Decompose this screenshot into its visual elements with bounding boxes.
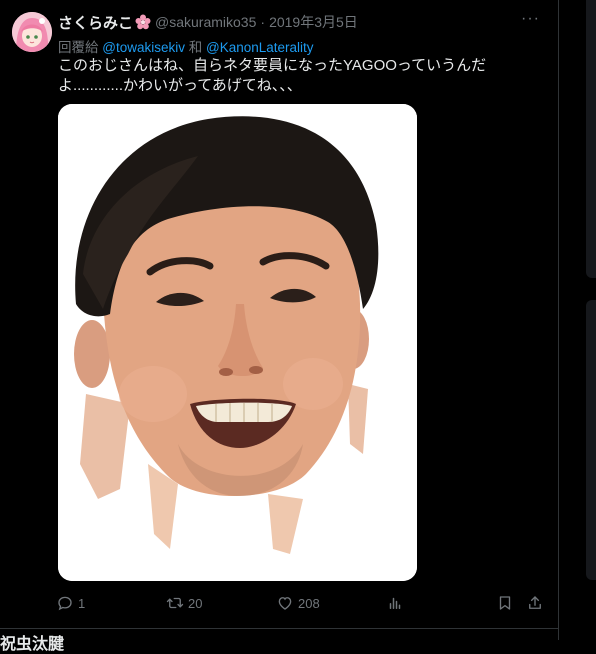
heart-icon <box>278 597 292 610</box>
next-section-header: 祝虫汰腱 <box>0 636 65 653</box>
retweet-icon <box>166 597 184 609</box>
retweet-count: 20 <box>188 595 203 611</box>
tweet-image[interactable] <box>58 104 417 581</box>
more-options-icon[interactable]: ··· <box>521 10 540 28</box>
tweet[interactable]: さくらみこ @sakuramiko35 · 2019年3月5日 ··· 回覆給 … <box>0 0 558 628</box>
face-photo <box>58 104 417 581</box>
like-count: 208 <box>298 595 320 611</box>
author-name[interactable]: さくらみこ <box>58 12 133 33</box>
reply-count: 1 <box>78 595 86 611</box>
tweet-text: このおじさんはね、自らネタ要員になったYAGOOっていうんだよ.........… <box>58 57 487 94</box>
reply-user-link[interactable]: @towakisekiv <box>102 40 185 55</box>
column-divider <box>558 0 559 640</box>
share-button[interactable] <box>526 594 544 612</box>
side-panel-bottom <box>586 300 596 580</box>
like-button[interactable]: 208 <box>276 594 320 612</box>
bookmark-icon <box>499 596 511 610</box>
bookmark-button[interactable] <box>496 594 514 612</box>
tweet-separator <box>0 628 558 629</box>
reply-icon <box>58 596 72 611</box>
reply-button[interactable]: 1 <box>56 594 85 612</box>
author-handle[interactable]: @sakuramiko35 <box>155 14 256 30</box>
reply-user-link[interactable]: @KanonLaterality <box>206 40 314 55</box>
tweet-actions: 1 20 208 <box>56 594 546 614</box>
reply-and: 和 <box>188 40 203 55</box>
separator-dot: · <box>260 14 266 30</box>
analytics-icon <box>389 597 401 609</box>
reply-prefix: 回覆給 <box>58 40 99 55</box>
side-panel-top <box>586 0 596 278</box>
sakura-icon <box>135 14 151 30</box>
tweet-header: さくらみこ @sakuramiko35 · 2019年3月5日 <box>58 12 358 32</box>
reply-context: 回覆給 @towakisekiv 和 @KanonLaterality <box>58 36 314 56</box>
tweet-date[interactable]: 2019年3月5日 <box>269 12 358 32</box>
avatar[interactable] <box>12 12 52 52</box>
retweet-button[interactable]: 20 <box>166 594 202 612</box>
share-icon <box>529 596 541 609</box>
views-button[interactable] <box>386 594 404 612</box>
